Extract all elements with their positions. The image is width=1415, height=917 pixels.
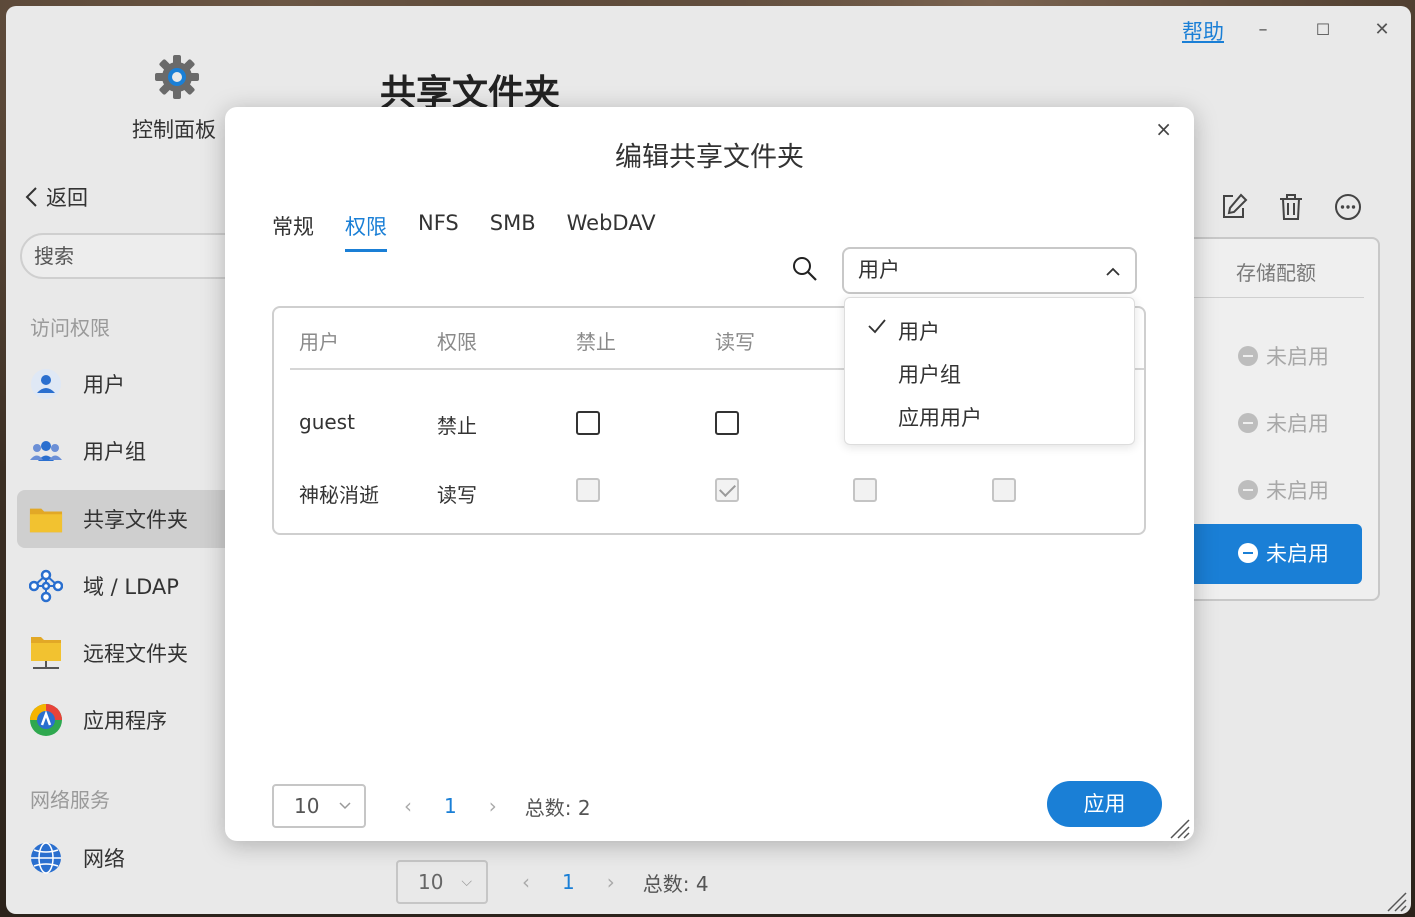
main-pagination: 10 ⌵ ‹ 1 › 总数: 4: [396, 860, 709, 904]
dialog-tabs: 常规 权限 NFS SMB WebDAV: [272, 211, 656, 252]
disabled-icon: [1238, 413, 1258, 433]
total-count: 总数: 4: [642, 871, 709, 896]
app-name: 控制面板: [132, 118, 216, 142]
quota-status: 未启用: [1238, 538, 1329, 568]
column-header-read-write: 读写: [715, 330, 755, 354]
chevron-left-icon: [25, 187, 37, 207]
dropdown-option-user-group[interactable]: 用户组: [898, 359, 961, 389]
row-user-name: guest: [299, 410, 355, 434]
gear-icon: [152, 52, 202, 102]
trash-icon[interactable]: [1276, 192, 1306, 222]
tab-webdav[interactable]: WebDAV: [567, 211, 656, 252]
quota-status: 未启用: [1238, 475, 1329, 505]
tab-permissions[interactable]: 权限: [345, 211, 387, 252]
disabled-icon: [1238, 543, 1258, 563]
resize-grip-icon[interactable]: [1168, 817, 1190, 839]
tab-smb[interactable]: SMB: [490, 211, 536, 252]
remote-folder-icon: [29, 636, 63, 670]
read-write-checkbox[interactable]: [715, 411, 739, 435]
help-link[interactable]: 帮助: [1182, 16, 1224, 46]
close-icon[interactable]: ×: [1155, 117, 1172, 141]
edit-shared-folder-dialog: 编辑共享文件夹 × 常规 权限 NFS SMB WebDAV 用户 用户 权限 …: [225, 107, 1194, 841]
edit-icon[interactable]: [1219, 192, 1249, 222]
chevron-down-icon: ⌵: [461, 874, 472, 890]
principal-type-dropdown: 用户 用户组 应用用户: [844, 297, 1135, 445]
maximize-button[interactable]: ☐: [1311, 18, 1335, 42]
row-permission: 读写: [437, 483, 477, 507]
sidebar-item-label: 网络: [83, 847, 125, 871]
quota-column-header: 存储配额: [1236, 261, 1316, 285]
folder-icon: [29, 502, 63, 536]
back-button[interactable]: 返回: [24, 182, 88, 212]
minimize-button[interactable]: –: [1251, 18, 1275, 42]
next-page-icon[interactable]: ›: [607, 870, 615, 894]
next-page-icon[interactable]: ›: [489, 794, 497, 818]
section-title-access: 访问权限: [30, 316, 110, 340]
globe-icon: [29, 841, 63, 875]
principal-type-select[interactable]: 用户: [842, 247, 1137, 294]
shared-folder-table: 存储配额 未启用 未启用 未启用 未启用: [1186, 237, 1380, 601]
checkmark-icon: [868, 319, 886, 334]
user-icon: [29, 367, 63, 401]
sidebar-item-label: 远程文件夹: [83, 642, 188, 666]
row-permission: 禁止: [437, 414, 477, 438]
total-count: 总数: 2: [524, 795, 591, 820]
column-header-deny: 禁止: [576, 330, 616, 354]
page-size-select[interactable]: 10: [272, 784, 366, 828]
read-write-checkbox: [715, 478, 739, 502]
search-icon[interactable]: [791, 255, 819, 283]
prev-page-icon[interactable]: ‹: [522, 870, 530, 894]
deny-checkbox: [576, 478, 600, 502]
close-window-button[interactable]: ✕: [1370, 18, 1394, 42]
current-page[interactable]: 1: [444, 794, 457, 818]
table-header-divider: [1188, 297, 1364, 298]
disabled-icon: [1238, 346, 1258, 366]
read-only-checkbox: [853, 478, 877, 502]
quota-status: 未启用: [1238, 408, 1329, 438]
tab-general[interactable]: 常规: [272, 211, 314, 252]
chevron-down-icon: [339, 802, 351, 810]
column-header-user: 用户: [299, 330, 339, 354]
more-icon[interactable]: [1333, 192, 1363, 222]
quota-status: 未启用: [1238, 341, 1329, 371]
sidebar-search-input[interactable]: 搜索: [20, 233, 250, 279]
deny-checkbox[interactable]: [576, 411, 600, 435]
sidebar-item-label: 用户: [83, 373, 125, 397]
apply-button[interactable]: 应用: [1047, 781, 1162, 827]
column-header-permission: 权限: [437, 330, 477, 354]
network-tree-icon: [29, 569, 63, 603]
sidebar-item-label: 用户组: [83, 440, 146, 464]
app-store-icon: [29, 703, 63, 737]
resize-grip-icon[interactable]: [1385, 890, 1407, 912]
chevron-up-icon: [1106, 267, 1120, 276]
select-value: 用户: [858, 258, 900, 282]
main-page-size-select[interactable]: 10 ⌵: [396, 860, 488, 904]
sidebar-item-label: 域 / LDAP: [83, 575, 179, 599]
sidebar-item-label: 应用程序: [83, 709, 167, 733]
user-group-icon: [29, 434, 63, 468]
selected-table-row[interactable]: 未启用: [1188, 524, 1362, 584]
dropdown-option-user[interactable]: 用户: [898, 316, 940, 346]
prev-page-icon[interactable]: ‹: [404, 794, 412, 818]
sidebar-item-label: 共享文件夹: [83, 508, 188, 532]
dropdown-option-app-user[interactable]: 应用用户: [898, 402, 982, 432]
tab-nfs[interactable]: NFS: [418, 211, 459, 252]
dialog-pagination: 10 ‹ 1 › 总数: 2: [272, 784, 591, 828]
current-page[interactable]: 1: [562, 870, 575, 894]
section-title-network: 网络服务: [30, 788, 110, 812]
custom-checkbox: [992, 478, 1016, 502]
dialog-title: 编辑共享文件夹: [615, 142, 804, 173]
disabled-icon: [1238, 480, 1258, 500]
back-label: 返回: [46, 186, 88, 210]
row-user-name: 神秘消逝: [299, 483, 379, 507]
